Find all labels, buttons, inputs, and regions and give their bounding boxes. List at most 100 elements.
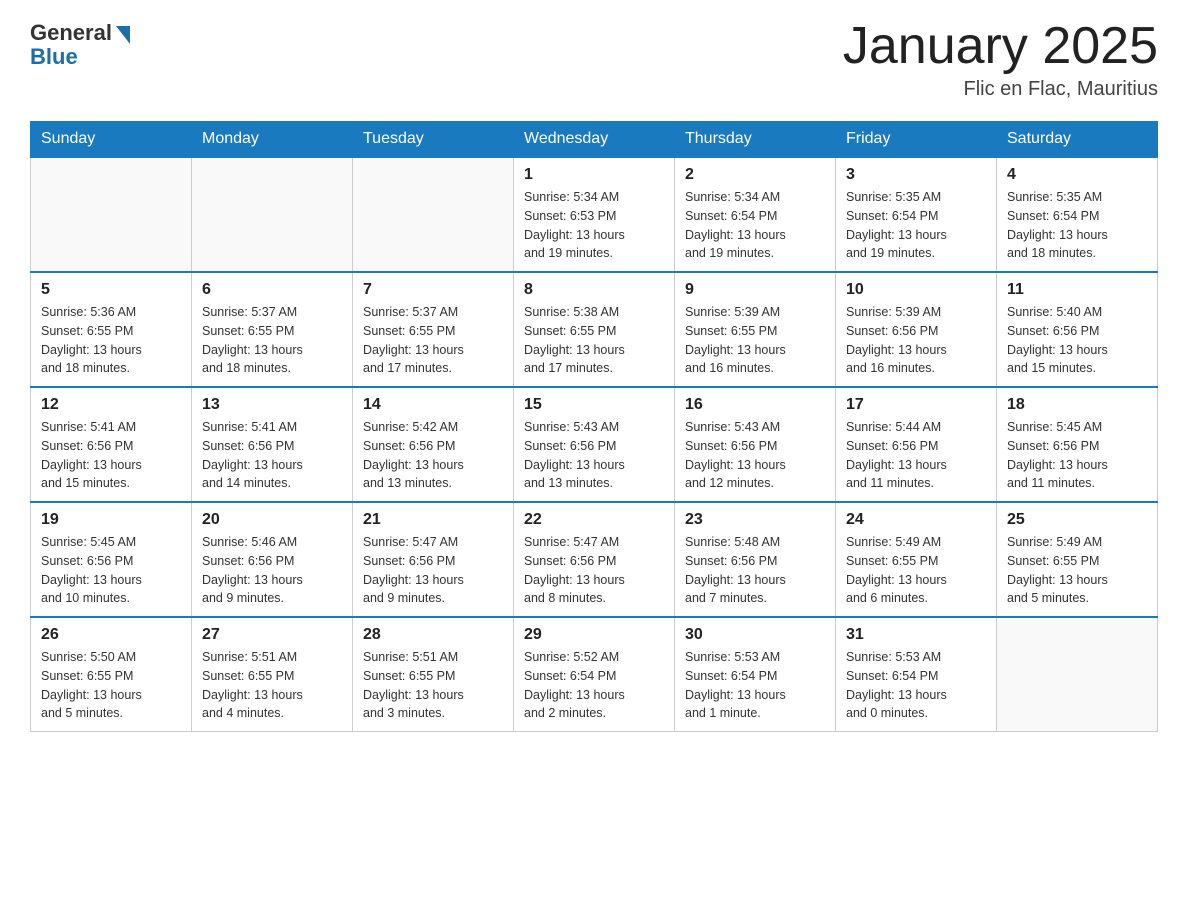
- calendar-cell: 17 Sunrise: 5:44 AMSunset: 6:56 PMDayligh…: [836, 387, 997, 502]
- day-number: 18: [1007, 396, 1147, 414]
- logo: General Blue: [30, 20, 130, 70]
- calendar-cell: 16 Sunrise: 5:43 AMSunset: 6:56 PMDayligh…: [675, 387, 836, 502]
- day-info: Sunrise: 5:49 AMSunset: 6:55 PMDaylight:…: [846, 533, 986, 608]
- calendar-header-row: SundayMondayTuesdayWednesdayThursdayFrid…: [31, 122, 1158, 158]
- calendar-cell: 27 Sunrise: 5:51 AMSunset: 6:55 PMDayligh…: [192, 617, 353, 732]
- day-info: Sunrise: 5:38 AMSunset: 6:55 PMDaylight:…: [524, 303, 664, 378]
- month-title: January 2025: [843, 20, 1158, 72]
- day-info: Sunrise: 5:41 AMSunset: 6:56 PMDaylight:…: [41, 418, 181, 493]
- calendar-cell: 6 Sunrise: 5:37 AMSunset: 6:55 PMDaylight…: [192, 272, 353, 387]
- calendar-cell: 15 Sunrise: 5:43 AMSunset: 6:56 PMDayligh…: [514, 387, 675, 502]
- calendar-cell: 26 Sunrise: 5:50 AMSunset: 6:55 PMDayligh…: [31, 617, 192, 732]
- calendar-day-header: Monday: [192, 122, 353, 158]
- calendar-table: SundayMondayTuesdayWednesdayThursdayFrid…: [30, 121, 1158, 732]
- day-number: 19: [41, 511, 181, 529]
- day-number: 3: [846, 166, 986, 184]
- day-number: 26: [41, 626, 181, 644]
- calendar-cell: 12 Sunrise: 5:41 AMSunset: 6:56 PMDayligh…: [31, 387, 192, 502]
- calendar-cell: [997, 617, 1158, 732]
- calendar-cell: 9 Sunrise: 5:39 AMSunset: 6:55 PMDaylight…: [675, 272, 836, 387]
- day-number: 29: [524, 626, 664, 644]
- page-header: General Blue January 2025 Flic en Flac, …: [30, 20, 1158, 101]
- calendar-cell: 18 Sunrise: 5:45 AMSunset: 6:56 PMDayligh…: [997, 387, 1158, 502]
- calendar-day-header: Saturday: [997, 122, 1158, 158]
- day-info: Sunrise: 5:39 AMSunset: 6:55 PMDaylight:…: [685, 303, 825, 378]
- calendar-day-header: Tuesday: [353, 122, 514, 158]
- day-info: Sunrise: 5:43 AMSunset: 6:56 PMDaylight:…: [685, 418, 825, 493]
- day-number: 13: [202, 396, 342, 414]
- calendar-cell: 29 Sunrise: 5:52 AMSunset: 6:54 PMDayligh…: [514, 617, 675, 732]
- day-info: Sunrise: 5:41 AMSunset: 6:56 PMDaylight:…: [202, 418, 342, 493]
- logo-triangle-icon: [116, 26, 130, 44]
- calendar-cell: 4Sunrise: 5:35 AMSunset: 6:54 PMDaylight…: [997, 157, 1158, 272]
- calendar-cell: 22Sunrise: 5:47 AMSunset: 6:56 PMDayligh…: [514, 502, 675, 617]
- day-number: 23: [685, 511, 825, 529]
- calendar-cell: [31, 157, 192, 272]
- day-info: Sunrise: 5:45 AMSunset: 6:56 PMDaylight:…: [41, 533, 181, 608]
- day-number: 20: [202, 511, 342, 529]
- calendar-cell: 1Sunrise: 5:34 AMSunset: 6:53 PMDaylight…: [514, 157, 675, 272]
- day-number: 2: [685, 166, 825, 184]
- calendar-day-header: Wednesday: [514, 122, 675, 158]
- calendar-cell: 13 Sunrise: 5:41 AMSunset: 6:56 PMDayligh…: [192, 387, 353, 502]
- calendar-cell: 11 Sunrise: 5:40 AMSunset: 6:56 PMDayligh…: [997, 272, 1158, 387]
- day-number: 21: [363, 511, 503, 529]
- day-info: Sunrise: 5:39 AMSunset: 6:56 PMDaylight:…: [846, 303, 986, 378]
- calendar-cell: 30Sunrise: 5:53 AMSunset: 6:54 PMDayligh…: [675, 617, 836, 732]
- day-number: 11: [1007, 281, 1147, 299]
- calendar-week-row: 5 Sunrise: 5:36 AMSunset: 6:55 PMDaylight…: [31, 272, 1158, 387]
- calendar-cell: 2 Sunrise: 5:34 AMSunset: 6:54 PMDaylight…: [675, 157, 836, 272]
- day-info: Sunrise: 5:50 AMSunset: 6:55 PMDaylight:…: [41, 648, 181, 723]
- calendar-day-header: Friday: [836, 122, 997, 158]
- calendar-cell: 31Sunrise: 5:53 AMSunset: 6:54 PMDayligh…: [836, 617, 997, 732]
- day-info: Sunrise: 5:45 AMSunset: 6:56 PMDaylight:…: [1007, 418, 1147, 493]
- calendar-cell: 14Sunrise: 5:42 AMSunset: 6:56 PMDayligh…: [353, 387, 514, 502]
- calendar-cell: 10 Sunrise: 5:39 AMSunset: 6:56 PMDayligh…: [836, 272, 997, 387]
- day-info: Sunrise: 5:53 AMSunset: 6:54 PMDaylight:…: [685, 648, 825, 723]
- day-info: Sunrise: 5:37 AMSunset: 6:55 PMDaylight:…: [363, 303, 503, 378]
- day-number: 17: [846, 396, 986, 414]
- day-number: 10: [846, 281, 986, 299]
- day-info: Sunrise: 5:37 AMSunset: 6:55 PMDaylight:…: [202, 303, 342, 378]
- day-info: Sunrise: 5:43 AMSunset: 6:56 PMDaylight:…: [524, 418, 664, 493]
- day-number: 9: [685, 281, 825, 299]
- calendar-cell: 20 Sunrise: 5:46 AMSunset: 6:56 PMDayligh…: [192, 502, 353, 617]
- day-info: Sunrise: 5:44 AMSunset: 6:56 PMDaylight:…: [846, 418, 986, 493]
- day-number: 12: [41, 396, 181, 414]
- day-info: Sunrise: 5:34 AMSunset: 6:54 PMDaylight:…: [685, 188, 825, 263]
- day-info: Sunrise: 5:51 AMSunset: 6:55 PMDaylight:…: [363, 648, 503, 723]
- day-number: 8: [524, 281, 664, 299]
- day-number: 27: [202, 626, 342, 644]
- logo-general-text: General: [30, 20, 112, 46]
- calendar-cell: 5 Sunrise: 5:36 AMSunset: 6:55 PMDaylight…: [31, 272, 192, 387]
- calendar-week-row: 12 Sunrise: 5:41 AMSunset: 6:56 PMDayligh…: [31, 387, 1158, 502]
- day-number: 5: [41, 281, 181, 299]
- day-number: 24: [846, 511, 986, 529]
- calendar-cell: 7 Sunrise: 5:37 AMSunset: 6:55 PMDaylight…: [353, 272, 514, 387]
- day-number: 7: [363, 281, 503, 299]
- title-section: January 2025 Flic en Flac, Mauritius: [843, 20, 1158, 101]
- day-info: Sunrise: 5:34 AMSunset: 6:53 PMDaylight:…: [524, 188, 664, 263]
- calendar-cell: [192, 157, 353, 272]
- day-info: Sunrise: 5:51 AMSunset: 6:55 PMDaylight:…: [202, 648, 342, 723]
- calendar-day-header: Sunday: [31, 122, 192, 158]
- calendar-cell: [353, 157, 514, 272]
- day-info: Sunrise: 5:35 AMSunset: 6:54 PMDaylight:…: [1007, 188, 1147, 263]
- calendar-week-row: 1Sunrise: 5:34 AMSunset: 6:53 PMDaylight…: [31, 157, 1158, 272]
- day-number: 15: [524, 396, 664, 414]
- calendar-cell: 3Sunrise: 5:35 AMSunset: 6:54 PMDaylight…: [836, 157, 997, 272]
- calendar-week-row: 26 Sunrise: 5:50 AMSunset: 6:55 PMDayligh…: [31, 617, 1158, 732]
- day-number: 6: [202, 281, 342, 299]
- day-info: Sunrise: 5:42 AMSunset: 6:56 PMDaylight:…: [363, 418, 503, 493]
- day-info: Sunrise: 5:40 AMSunset: 6:56 PMDaylight:…: [1007, 303, 1147, 378]
- day-info: Sunrise: 5:48 AMSunset: 6:56 PMDaylight:…: [685, 533, 825, 608]
- day-info: Sunrise: 5:46 AMSunset: 6:56 PMDaylight:…: [202, 533, 342, 608]
- calendar-cell: 19 Sunrise: 5:45 AMSunset: 6:56 PMDayligh…: [31, 502, 192, 617]
- logo-blue-text: Blue: [30, 44, 78, 70]
- day-info: Sunrise: 5:36 AMSunset: 6:55 PMDaylight:…: [41, 303, 181, 378]
- day-info: Sunrise: 5:52 AMSunset: 6:54 PMDaylight:…: [524, 648, 664, 723]
- day-number: 16: [685, 396, 825, 414]
- calendar-day-header: Thursday: [675, 122, 836, 158]
- day-number: 31: [846, 626, 986, 644]
- day-number: 25: [1007, 511, 1147, 529]
